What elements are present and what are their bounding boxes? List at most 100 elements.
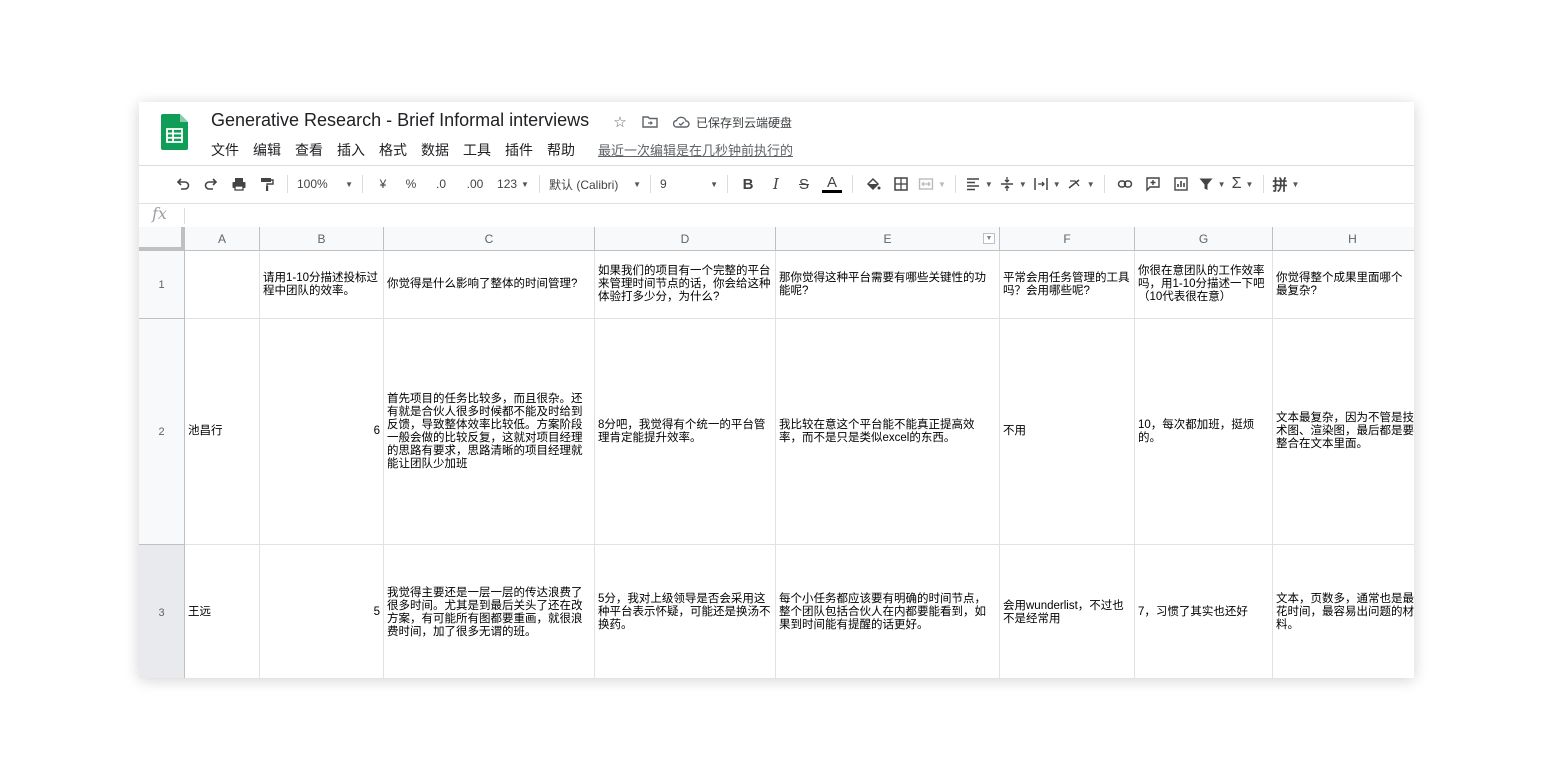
cell-b3[interactable]: 5 [260,545,384,678]
select-all-corner[interactable] [139,227,185,251]
strikethrough-button[interactable]: S [790,172,818,196]
italic-button[interactable]: I [762,172,790,196]
text-rotation-icon[interactable]: ▼ [1064,172,1098,196]
font-select[interactable]: 默认 (Calibri) ▼ [546,172,644,196]
row-header-3[interactable]: 3 [139,545,185,678]
cell-e2[interactable]: 我比较在意这个平台能不能真正提高效率，而不是只是类似excel的东西。 [776,319,1000,545]
cell-c3[interactable]: 我觉得主要还是一层一层的传达浪费了很多时间。尤其是到最后关头了还在改方案，有可能… [384,545,595,678]
row-header-1[interactable]: 1 [139,251,185,319]
font-size-select[interactable]: 9 ▼ [657,172,721,196]
functions-icon[interactable]: Σ ▼ [1229,172,1257,196]
cell-d3[interactable]: 5分，我对上级领导是否会采用这种平台表示怀疑，可能还是换汤不换药。 [595,545,776,678]
formula-bar-divider [139,203,1414,204]
menu-insert[interactable]: 插入 [337,140,365,160]
print-icon[interactable] [225,172,253,196]
text-color-button[interactable]: A [818,172,846,196]
fx-icon: fx [152,204,167,223]
fill-color-icon[interactable] [859,172,887,196]
toolbar-separator [287,175,288,193]
more-formats-button[interactable]: 123 ▼ [493,172,533,196]
font-size-value: 9 [660,177,667,191]
cell-text: 池昌行 [188,425,223,437]
zoom-select[interactable]: 100% ▼ [294,172,356,196]
insert-link-icon[interactable] [1111,172,1139,196]
menu-tools[interactable]: 工具 [463,140,491,160]
toolbar-separator [539,175,540,193]
cell-a3[interactable]: 王远 [185,545,260,678]
increase-decimal-button[interactable]: .00 [457,172,493,196]
redo-icon[interactable] [197,172,225,196]
cell-h1[interactable]: 你觉得整个成果里面哪个最复杂? [1273,251,1414,319]
font-value: 默认 (Calibri) [549,177,619,192]
text-wrap-icon[interactable]: ▼ [1030,172,1064,196]
cell-d2[interactable]: 8分吧，我觉得有个统一的平台管理肯定能提升效率。 [595,319,776,545]
row-header-2[interactable]: 2 [139,319,185,545]
column-header-g[interactable]: G [1135,227,1273,251]
sheets-logo-icon[interactable] [161,114,188,150]
cell-text: 那你觉得这种平台需要有哪些关键性的功能呢? [779,271,986,297]
insert-comment-icon[interactable] [1139,172,1167,196]
increase-decimal-label: .00 [466,177,484,191]
star-icon[interactable]: ☆ [610,112,630,132]
column-header-d[interactable]: D [595,227,776,251]
column-header-f[interactable]: F [1000,227,1135,251]
cell-c1[interactable]: 你觉得是什么影响了整体的时间管理? [384,251,595,319]
column-header-c[interactable]: C [384,227,595,251]
move-folder-icon[interactable] [640,112,660,132]
bold-button[interactable]: B [734,172,762,196]
insert-chart-icon[interactable] [1167,172,1195,196]
chevron-down-icon: ▼ [1291,179,1300,189]
cell-g3[interactable]: 7，习惯了其实也还好 [1135,545,1273,678]
cell-text: 7，习惯了其实也还好 [1138,606,1248,618]
cell-g1[interactable]: 你很在意团队的工作效率吗，用1-10分描述一下吧（10代表很在意） [1135,251,1273,319]
cell-h3[interactable]: 文本，页数多，通常也是最花时间，最容易出问题的材料。 [1273,545,1414,678]
vertical-align-icon[interactable]: ▼ [996,172,1030,196]
cell-c2[interactable]: 首先项目的任务比较多，而且很杂。还有就是合伙人很多时候都不能及时给到反馈，导致整… [384,319,595,545]
column-filter-icon[interactable]: ▼ [983,233,995,244]
text-color-bar [822,190,842,193]
undo-icon[interactable] [169,172,197,196]
cell-text: 每个小任务都应该要有明确的时间节点，整个团队包括合伙人在内都要能看到，如果到时间… [779,593,986,631]
menu-edit[interactable]: 编辑 [253,140,281,160]
cell-f1[interactable]: 平常会用任务管理的工具吗？会用哪些呢? [1000,251,1135,319]
last-edit-link[interactable]: 最近一次编辑是在几秒钟前执行的 [598,140,793,159]
menu-addons[interactable]: 插件 [505,140,533,160]
decrease-decimal-button[interactable]: .0 [425,172,457,196]
cell-text: 会用wunderlist，不过也不是经常用 [1003,599,1124,625]
menu-file[interactable]: 文件 [211,140,239,160]
chevron-down-icon: ▼ [984,179,993,189]
document-title[interactable]: Generative Research - Brief Informal int… [211,110,589,131]
cell-g2[interactable]: 10，每次都加班，挺烦的。 [1135,319,1273,545]
column-header-b[interactable]: B [260,227,384,251]
cell-e1[interactable]: 那你觉得这种平台需要有哪些关键性的功能呢? [776,251,1000,319]
cell-h2[interactable]: 文本最复杂，因为不管是技术图、渲染图，最后都是要整合在文本里面。 [1273,319,1414,545]
more-formats-label: 123 [497,177,518,191]
cell-a2[interactable]: 池昌行 [185,319,260,545]
menu-help[interactable]: 帮助 [547,140,575,160]
merge-cells-icon[interactable]: ▼ [915,172,949,196]
column-header-h[interactable]: H [1273,227,1414,251]
percent-format-button[interactable]: % [397,172,425,196]
filter-icon[interactable]: ▼ [1195,172,1229,196]
cell-text: 平常会用任务管理的工具吗？会用哪些呢? [1003,271,1130,297]
cell-b2[interactable]: 6 [260,319,384,545]
paint-format-icon[interactable] [253,172,281,196]
menu-format[interactable]: 格式 [379,140,407,160]
horizontal-align-icon[interactable]: ▼ [962,172,996,196]
cell-b1[interactable]: 请用1-10分描述投标过程中团队的效率。 [260,251,384,319]
column-header-e[interactable]: E ▼ [776,227,1000,251]
cell-f2[interactable]: 不用 [1000,319,1135,545]
cell-text: 5分，我对上级领导是否会采用这种平台表示怀疑，可能还是换汤不换药。 [598,593,771,631]
borders-icon[interactable] [887,172,915,196]
formula-input[interactable] [191,206,1401,224]
menu-data[interactable]: 数据 [421,140,449,160]
cell-a1[interactable] [185,251,260,319]
input-tools-button[interactable]: 拼 ▼ [1270,172,1303,196]
cell-d1[interactable]: 如果我们的项目有一个完整的平台来管理时间节点的话，你会给这种体验打多少分，为什么… [595,251,776,319]
cell-text: 8分吧，我觉得有个统一的平台管理肯定能提升效率。 [598,418,766,444]
cell-f3[interactable]: 会用wunderlist，不过也不是经常用 [1000,545,1135,678]
cell-e3[interactable]: 每个小任务都应该要有明确的时间节点，整个团队包括合伙人在内都要能看到，如果到时间… [776,545,1000,678]
column-header-a[interactable]: A [185,227,260,251]
currency-format-button[interactable]: ¥ [369,172,397,196]
menu-view[interactable]: 查看 [295,140,323,160]
